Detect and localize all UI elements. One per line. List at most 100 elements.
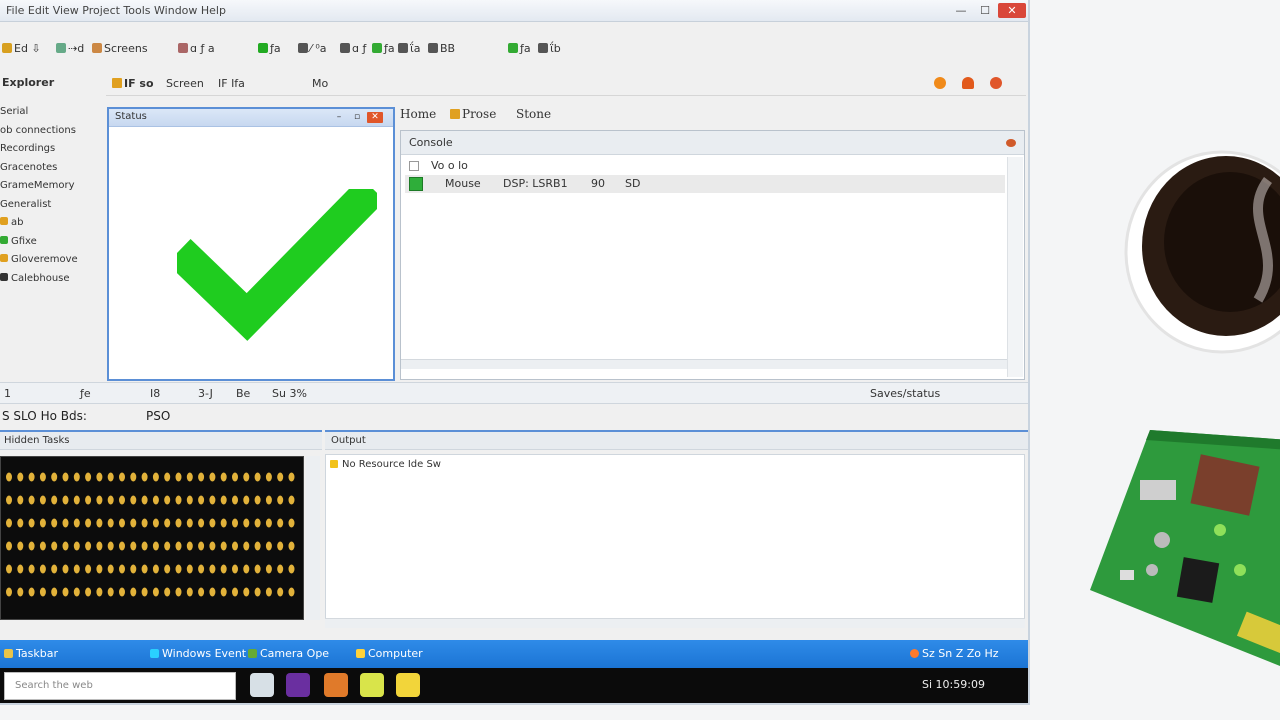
sidebar-item[interactable]: ab — [0, 217, 23, 228]
horizontal-scrollbar[interactable] — [401, 359, 1007, 369]
system-tray[interactable]: Si 10:59:09 — [922, 678, 985, 691]
led-dot — [62, 518, 69, 528]
command-value: PSO — [146, 409, 171, 423]
led-dot — [6, 518, 12, 528]
led-dot — [288, 518, 295, 528]
tab-home[interactable]: Home — [400, 107, 436, 121]
led-dot — [164, 472, 171, 482]
status-field: I8 — [150, 387, 161, 400]
led-dot — [6, 587, 12, 597]
preview-minimize-icon[interactable]: – — [331, 112, 347, 123]
toolbar-button[interactable]: ɑ ƒ — [340, 42, 366, 55]
led-dot — [119, 518, 125, 528]
taskbar-search[interactable]: Search the web — [4, 672, 236, 700]
panel-options-icon[interactable] — [1006, 139, 1016, 147]
task-strip-item[interactable]: Camera Ope — [248, 647, 329, 660]
led-dot — [130, 495, 137, 505]
panel-tool-screen[interactable]: Screen — [166, 77, 204, 90]
panel-tool-mo[interactable]: Mo — [312, 77, 328, 90]
led-dot — [107, 564, 114, 574]
toolbar-button[interactable]: ΐa — [398, 42, 420, 55]
panel-tool-if[interactable]: IF Ifa — [218, 77, 245, 90]
sidebar-item[interactable]: Gfixe — [0, 235, 37, 247]
photos-app-icon[interactable] — [324, 673, 348, 697]
output-console[interactable]: No Resource Ide Sw — [325, 454, 1025, 624]
toolbar-label: Screens — [104, 42, 148, 55]
sidebar-item[interactable]: Calebhouse — [0, 272, 70, 284]
led-dot — [175, 564, 182, 574]
media-app-icon[interactable] — [286, 673, 310, 697]
led-dot — [85, 587, 92, 597]
led-dot — [220, 541, 227, 551]
list-item[interactable]: Mouse DSP: LSRB1 90 SD — [405, 175, 1005, 193]
toolbar-button[interactable]: Ed ⇩ — [2, 42, 41, 55]
task-strip-item[interactable]: Computer — [356, 647, 423, 660]
led-dot — [265, 564, 272, 574]
led-dot — [119, 541, 125, 551]
led-dot — [28, 518, 35, 528]
folder-icon — [112, 78, 122, 88]
list-item[interactable]: Vo o lo — [405, 157, 1005, 175]
output-horizontal-scrollbar[interactable] — [325, 618, 1025, 628]
toolbar-button[interactable]: ɑ ƒ a — [178, 42, 215, 55]
led-dot — [28, 587, 35, 597]
flame-icon[interactable] — [962, 77, 974, 89]
sidebar-item-label: Generalist — [0, 198, 52, 210]
led-dot — [186, 587, 193, 597]
record-icon[interactable] — [934, 77, 946, 89]
tab-stone[interactable]: Stone — [516, 107, 551, 121]
tab-prose[interactable]: Prose — [450, 107, 496, 121]
minimize-button[interactable]: — — [950, 3, 972, 18]
toolbar-button[interactable]: ⇢d — [56, 42, 84, 55]
led-dot — [17, 518, 24, 528]
task-strip-item[interactable]: Windows Event — [150, 647, 246, 660]
toolbar-label: ƒa — [270, 42, 281, 55]
notes-app-icon[interactable] — [360, 673, 384, 697]
preview-restore-icon[interactable]: ▫ — [349, 112, 365, 123]
command-line[interactable]: S SLO Ho Bds: PSO — [0, 406, 1028, 426]
toolbar-button[interactable]: ΐb — [538, 42, 561, 55]
led-dot — [130, 472, 137, 482]
title-bar: File Edit View Project Tools Window Help… — [0, 0, 1028, 22]
led-dot — [209, 472, 216, 482]
task-label: Windows Event — [162, 647, 247, 660]
led-dot — [141, 518, 148, 528]
led-dot — [6, 495, 12, 505]
files-app-icon[interactable] — [250, 673, 274, 697]
task-strip-item[interactable]: Taskbar — [4, 647, 58, 660]
sidebar-item[interactable]: Gloveremove — [0, 254, 78, 265]
led-dot — [73, 564, 80, 574]
maximize-button[interactable]: ☐ — [974, 3, 996, 18]
led-dot — [130, 587, 137, 597]
led-dot — [186, 518, 193, 528]
led-dot — [119, 564, 125, 574]
tasks-scrollbar[interactable] — [306, 456, 320, 620]
led-dot — [164, 541, 171, 551]
sidebar-item[interactable]: Recordings — [0, 143, 55, 154]
led-dot — [186, 472, 193, 482]
sidebar-item[interactable]: Generalist — [0, 199, 51, 210]
led-dot — [277, 518, 284, 528]
sidebar-item[interactable]: GrameMemory — [0, 180, 75, 191]
sidebar-item[interactable]: Gracenotes — [0, 162, 57, 173]
led-dot — [198, 587, 205, 597]
toolbar-button[interactable]: ⁄ ⁰a — [298, 42, 326, 55]
emoji-app-icon[interactable] — [396, 673, 420, 697]
sidebar-item[interactable]: Serial — [0, 106, 28, 117]
vertical-scrollbar[interactable] — [1007, 157, 1023, 377]
led-dot — [254, 564, 261, 574]
led-dot — [152, 472, 159, 482]
led-dot — [85, 495, 92, 505]
sidebar-item-label: Gloveremove — [11, 254, 78, 265]
toolbar-button[interactable]: ƒa — [508, 42, 531, 55]
sidebar-item[interactable]: ob connections — [0, 125, 76, 136]
panel-tool-file[interactable]: IF so — [112, 77, 154, 90]
toolbar-button[interactable]: Screens — [92, 42, 148, 55]
close-button[interactable]: ✕ — [998, 3, 1026, 18]
close-icon[interactable] — [990, 77, 1002, 89]
toolbar-button[interactable]: BB — [428, 42, 455, 55]
toolbar-button[interactable]: ƒa — [372, 42, 395, 55]
toolbar-button[interactable]: ƒa — [258, 42, 281, 55]
preview-close-icon[interactable]: ✕ — [367, 112, 383, 123]
status-strip: 1 ƒe I8 3-J Be Su 3% Saves/status — [0, 382, 1028, 404]
